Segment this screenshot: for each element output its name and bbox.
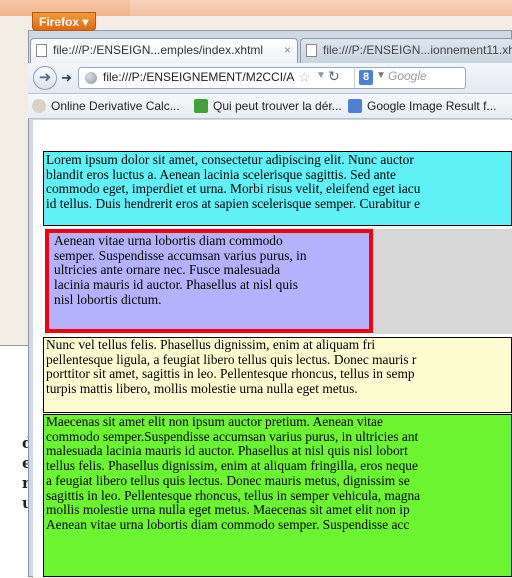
back-button[interactable]: ➜: [33, 66, 57, 90]
bookmark-label: Google Image Result f...: [367, 99, 497, 113]
text-line: sagittis in leo. Pellentesque rhoncus, t…: [46, 487, 421, 503]
green-paragraph: Maecenas sit amet elit non ipsum auctor …: [43, 414, 512, 577]
background-window-fragment: d e n u: [0, 345, 32, 578]
search-placeholder: Google: [388, 69, 427, 83]
text-line: ultricies ante ornare nec. Fusce malesua…: [54, 262, 281, 278]
calculator-favicon-icon: [32, 99, 46, 113]
engine-dropdown-icon[interactable]: ▼: [376, 70, 386, 81]
text-line: mollis molestie urna nulla eget metus. M…: [46, 502, 410, 518]
site-identity-icon[interactable]: [85, 72, 97, 84]
close-tab-icon[interactable]: ×: [284, 39, 291, 62]
tab-label: file:///P:/ENSEIGN...ionnement11.xh: [323, 43, 512, 57]
floated-red-box: Aenean vitae urna lobortis diam commodo …: [45, 229, 373, 333]
history-dropdown-icon[interactable]: ▼: [316, 70, 326, 81]
url-text[interactable]: file:///P:/ENSEIGNEMENT/M2CCI/Applicatio: [103, 70, 295, 84]
firefox-menu-button[interactable]: Firefox ▾: [32, 12, 96, 31]
text-line: Nunc vel tellus felis. Phasellus digniss…: [46, 337, 376, 352]
text-line: Aenean vitae urna lobortis diam commodo: [54, 233, 283, 248]
bookmark-derivative-calc[interactable]: Online Derivative Calc...: [32, 99, 180, 113]
navigation-toolbar: ➜ ➜ file:///P:/ENSEIGNEMENT/M2CCI/Applic…: [28, 63, 512, 94]
google-engine-icon[interactable]: 8: [359, 70, 373, 85]
text-line: porttitor sit amet, sagittis in leo. Pel…: [46, 366, 415, 382]
text-line: Maecenas sit amet elit non ipsum auctor …: [46, 414, 383, 429]
gray-filler-area: [373, 229, 512, 334]
text-line: malesuada lacinia mauris id auctor. Phas…: [46, 443, 408, 459]
desktop-background-right: [130, 0, 512, 16]
text-line: commodo eget, imperdiet et urna. Morbi r…: [46, 181, 421, 197]
text-line: a feugiat libero tellus quis lectus. Don…: [46, 472, 410, 488]
text-line: semper. Suspendisse accumsan varius puru…: [54, 247, 307, 263]
text-line: id tellus. Duis hendrerit eros at sapien…: [46, 196, 421, 212]
bookmark-label: Qui peut trouver la dér...: [213, 99, 342, 113]
text-line: pellentesque ligula, a feugiat libero te…: [46, 351, 417, 367]
text-line: commodo semper.Suspendisse accumsan vari…: [46, 428, 419, 444]
yellow-paragraph: Nunc vel tellus felis. Phasellus digniss…: [43, 337, 512, 413]
reload-icon[interactable]: ↻: [328, 68, 340, 85]
page-icon: [36, 44, 47, 57]
cyan-paragraph: Lorem ipsum dolor sit amet, consectetur …: [43, 151, 512, 226]
page-icon: [306, 44, 317, 57]
forum-favicon-icon: [194, 99, 208, 113]
bookmark-star-icon[interactable]: ☆: [298, 69, 311, 86]
bookmarks-toolbar: Online Derivative Calc... Qui peut trouv…: [28, 94, 512, 119]
url-bar[interactable]: file:///P:/ENSEIGNEMENT/M2CCI/Applicatio…: [78, 67, 466, 89]
forward-button[interactable]: ➜: [61, 70, 72, 86]
text-line: Lorem ipsum dolor sit amet, consectetur …: [46, 152, 414, 167]
text-line: Aenean vitae urna lobortis diam commodo …: [46, 516, 410, 532]
text-line: lacinia mauris id auctor. Phasellus at n…: [54, 277, 298, 293]
bookmark-google-image[interactable]: Google Image Result f...: [348, 99, 496, 113]
bookmark-label: Online Derivative Calc...: [51, 99, 180, 113]
tab-index-xhtml[interactable]: file:///P:/ENSEIGN...emples/index.xhtml …: [30, 38, 298, 63]
text-line: blandit eros luctus a. Aenean lacinia sc…: [46, 166, 396, 182]
text-line: nisl lobortis dictum.: [54, 291, 162, 307]
text-line: tellus felis. Phasellus dignissim, enim …: [46, 458, 418, 474]
search-box[interactable]: 8 ▼ Google: [354, 68, 470, 88]
page-content: Lorem ipsum dolor sit amet, consectetur …: [33, 120, 512, 577]
bookmark-qui-peut-trouver[interactable]: Qui peut trouver la dér...: [194, 99, 342, 113]
text-line: turpis mattis libero, mollis molestie ur…: [46, 381, 358, 397]
google-favicon-icon: [348, 99, 362, 113]
tab-label: file:///P:/ENSEIGN...emples/index.xhtml: [53, 43, 264, 57]
tab-positionnement[interactable]: file:///P:/ENSEIGN...ionnement11.xh: [300, 38, 512, 63]
tab-strip: file:///P:/ENSEIGN...emples/index.xhtml …: [28, 34, 512, 63]
